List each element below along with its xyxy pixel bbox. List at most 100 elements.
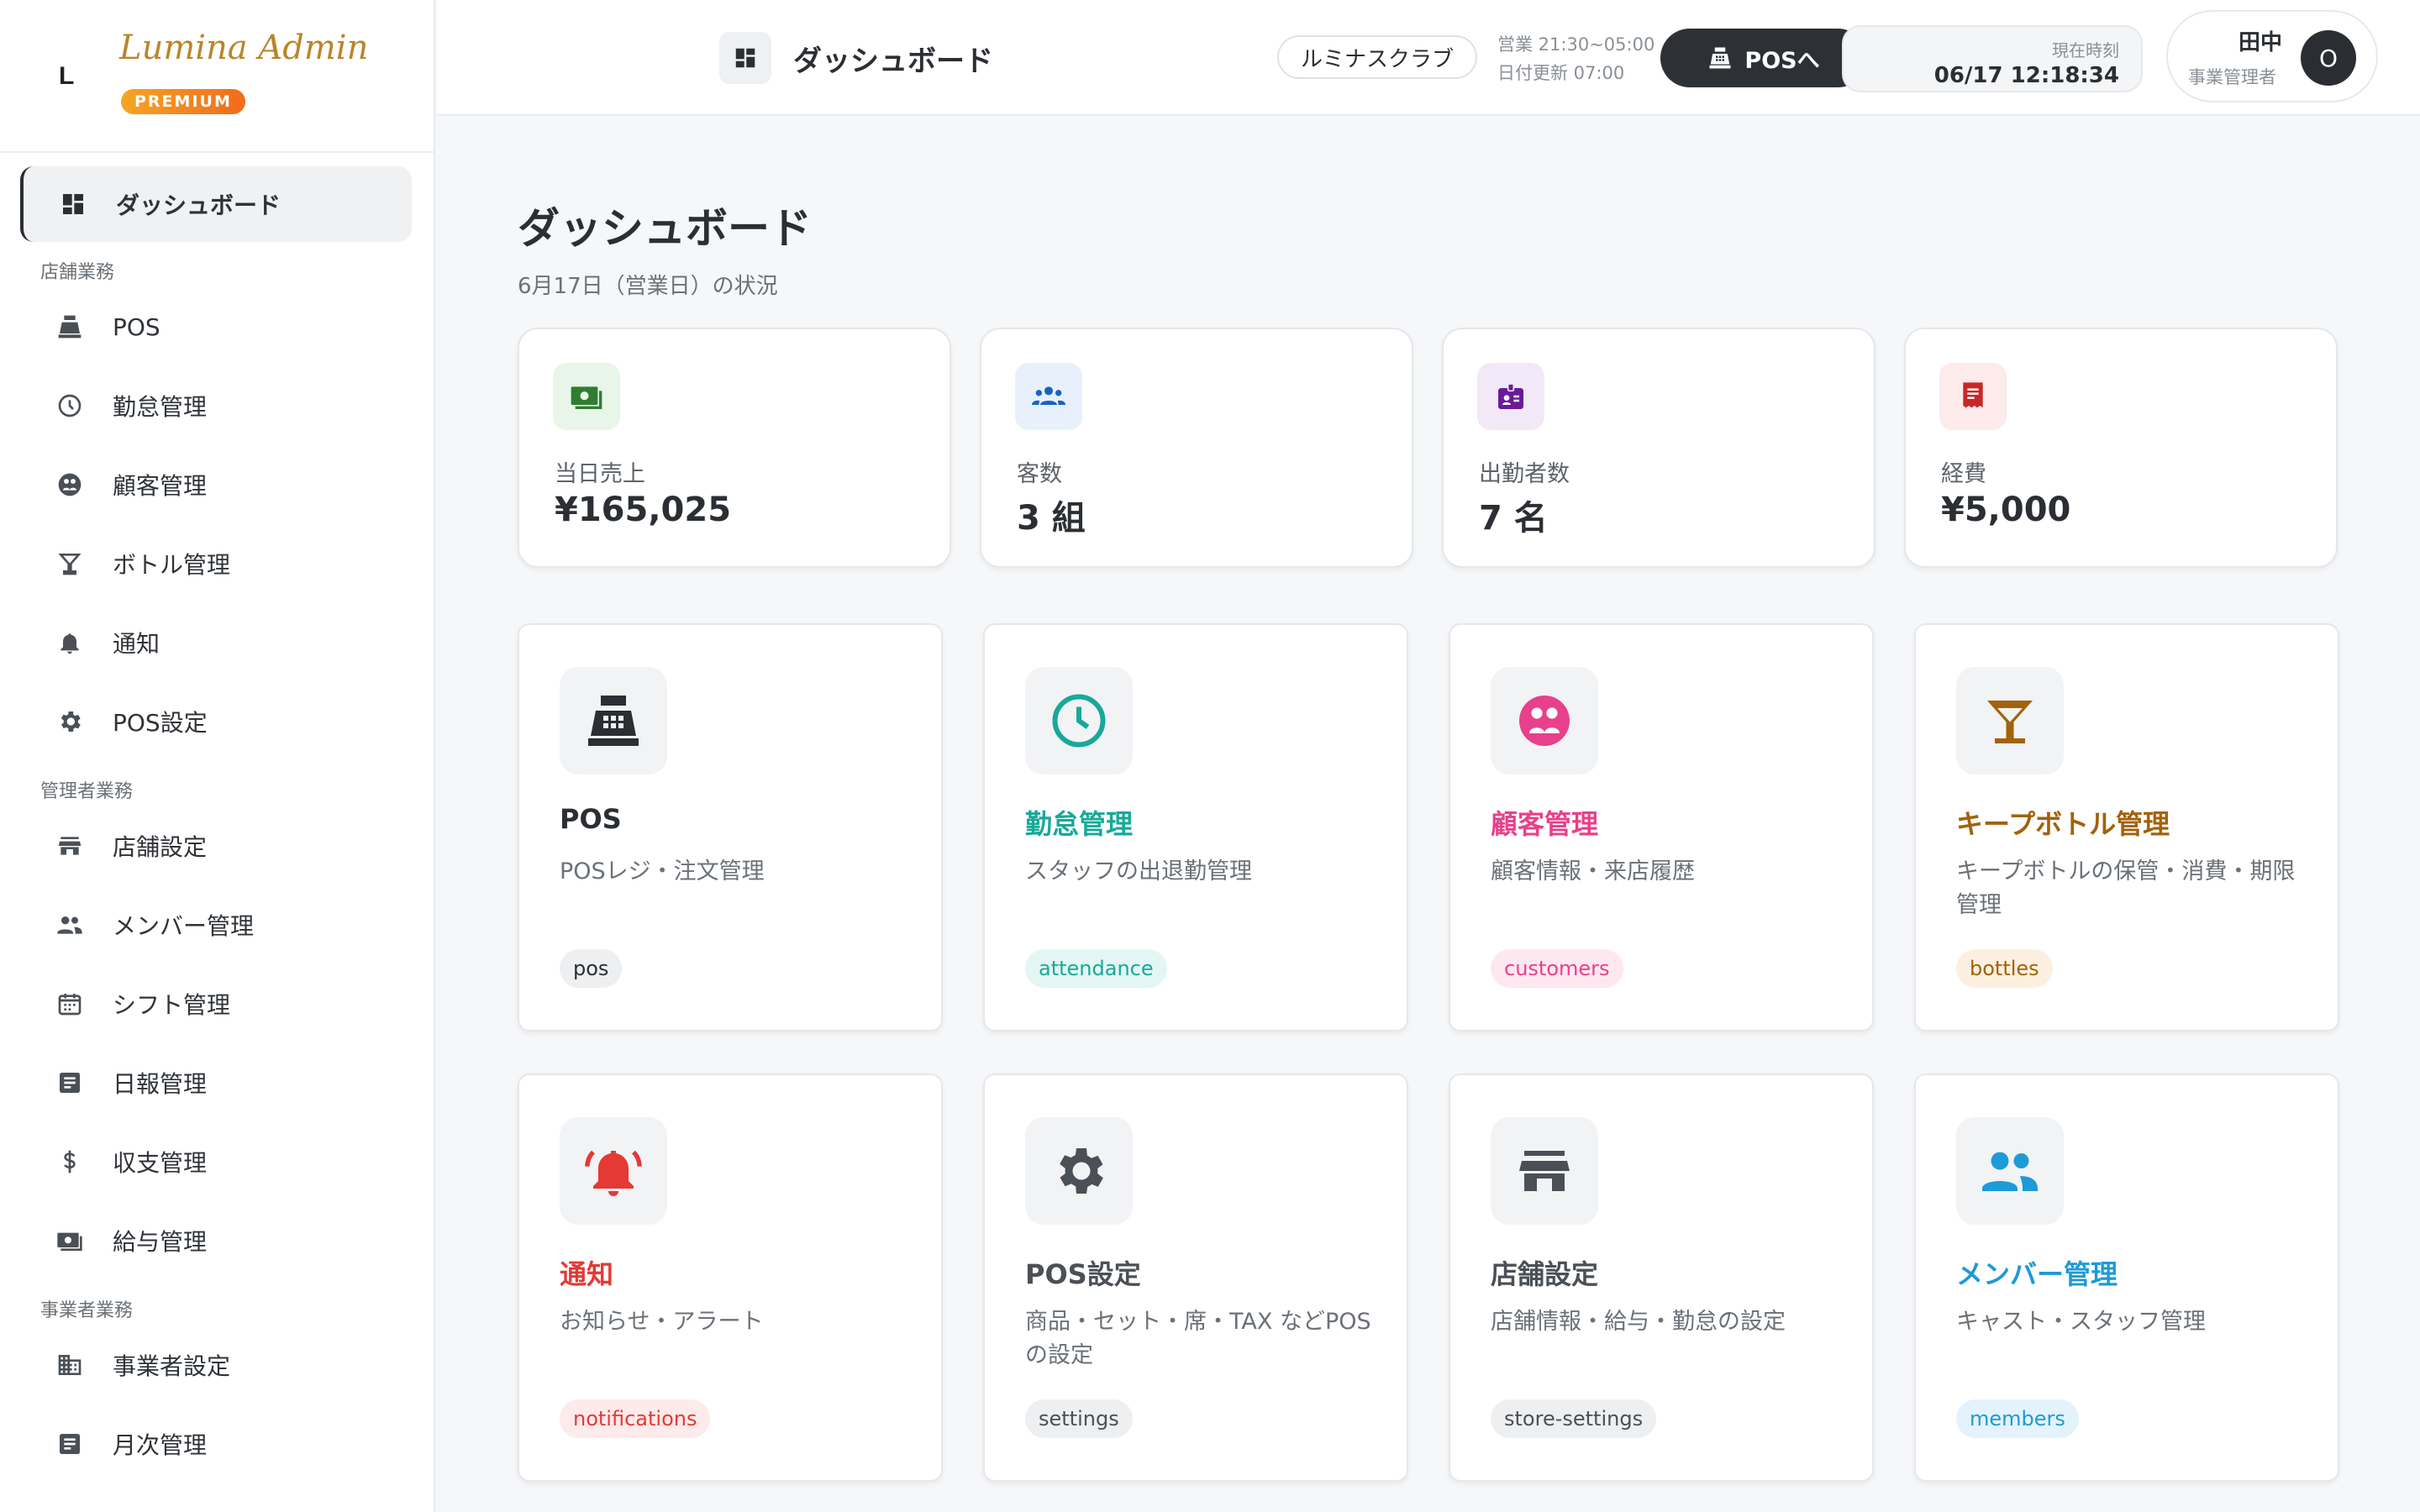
module-title: POS bbox=[560, 803, 622, 835]
cash-icon bbox=[54, 1225, 86, 1257]
sidebar-item-label: ボトル管理 bbox=[113, 551, 231, 579]
avatar[interactable]: O bbox=[2301, 30, 2356, 86]
sidebar-item-label: 通知 bbox=[113, 630, 160, 658]
clock-icon bbox=[1025, 667, 1133, 774]
module-card-bottles[interactable]: キープボトル管理 キープボトルの保管・消費・期限管理 bottles bbox=[1914, 623, 2339, 1032]
sidebar-item-label: 事業者設定 bbox=[113, 1352, 231, 1380]
module-title: メンバー管理 bbox=[1956, 1258, 2118, 1290]
badge-icon bbox=[1477, 363, 1544, 430]
topbar: ダッシュボード ルミナスクラブ 営業 21:30~05:00 日付更新 07:0… bbox=[437, 0, 2420, 116]
stat-value: ¥5,000 bbox=[1941, 491, 2071, 529]
module-title: 通知 bbox=[560, 1258, 614, 1290]
sidebar-nav: ダッシュボード 店舗業務 POS 勤怠管理 顧客管理 ボトル管理 通知 POS設… bbox=[0, 153, 434, 1483]
sidebar-item-attendance[interactable]: 勤怠管理 bbox=[0, 366, 434, 445]
module-description: スタッフの出退勤管理 bbox=[1025, 858, 1252, 885]
module-card-attendance[interactable]: 勤怠管理 スタッフの出退勤管理 attendance bbox=[983, 623, 1408, 1032]
page-subtitle: 6月17日（営業日）の状況 bbox=[518, 274, 778, 299]
register-icon bbox=[54, 311, 86, 343]
sidebar-item-finance[interactable]: 収支管理 bbox=[0, 1122, 434, 1201]
sidebar-item-label: POS設定 bbox=[113, 709, 208, 737]
module-card-notifications[interactable]: 通知 お知らせ・アラート notifications bbox=[518, 1074, 943, 1482]
sidebar-section-business: 事業者業務 bbox=[40, 1300, 134, 1321]
go-to-pos-button[interactable]: POSへ bbox=[1660, 29, 1867, 87]
module-card-store-settings[interactable]: 店舗設定 店舗情報・給与・勤怠の設定 store-settings bbox=[1449, 1074, 1874, 1482]
stat-label: 客数 bbox=[1017, 461, 1062, 487]
stat-card-staff: 出勤者数 7 名 bbox=[1442, 328, 1876, 568]
clock-value: 06/17 12:18:34 bbox=[1933, 63, 2119, 88]
sidebar-item-business-settings[interactable]: 事業者設定 bbox=[0, 1326, 434, 1404]
module-card-customers[interactable]: 顧客管理 顧客情報・来店履歴 customers bbox=[1449, 623, 1874, 1032]
sidebar-item-label: メンバー管理 bbox=[113, 912, 255, 940]
module-card-pos-settings[interactable]: POS設定 商品・セット・席・TAX などPOSの設定 settings bbox=[983, 1074, 1408, 1482]
page-header: ダッシュボード 6月17日（営業日）の状況 bbox=[518, 195, 812, 300]
cocktail-icon bbox=[1956, 667, 2064, 774]
brand-name: Lumina Admin bbox=[119, 29, 369, 67]
register-icon bbox=[1709, 47, 1731, 69]
module-card-pos[interactable]: POS POSレジ・注文管理 pos bbox=[518, 623, 943, 1032]
sidebar-item-dashboard[interactable]: ダッシュボード bbox=[20, 166, 412, 242]
module-title: 店舗設定 bbox=[1491, 1258, 1599, 1290]
store-icon bbox=[1491, 1117, 1598, 1225]
sidebar-item-payroll[interactable]: 給与管理 bbox=[0, 1201, 434, 1280]
sidebar-item-pos[interactable]: POS bbox=[0, 287, 434, 366]
topbar-title-text: ダッシュボード bbox=[793, 44, 993, 78]
sidebar-section-manager: 管理者業務 bbox=[40, 781, 134, 802]
gear-icon bbox=[54, 706, 86, 738]
sidebar-item-label: 店舗設定 bbox=[113, 833, 208, 861]
current-time: 現在時刻 06/17 12:18:34 bbox=[1842, 25, 2143, 92]
report-icon bbox=[54, 1428, 86, 1460]
dashboard-icon bbox=[719, 32, 771, 84]
stat-card-sales: 当日売上 ¥165,025 bbox=[518, 328, 951, 568]
brand-logo[interactable]: L bbox=[59, 62, 74, 91]
register-icon bbox=[560, 667, 667, 774]
sidebar-item-label: 給与管理 bbox=[113, 1228, 208, 1256]
cocktail-icon bbox=[54, 548, 86, 580]
module-description: 商品・セット・席・TAX などPOSの設定 bbox=[1025, 1309, 1371, 1368]
sidebar-item-customers[interactable]: 顧客管理 bbox=[0, 445, 434, 524]
page-title: ダッシュボード bbox=[518, 204, 812, 253]
module-description: キープボトルの保管・消費・期限管理 bbox=[1956, 858, 2296, 918]
sidebar-item-members[interactable]: メンバー管理 bbox=[0, 885, 434, 964]
stats-row: 当日売上 ¥165,025 客数 3 組 出勤者数 7 名 経費 ¥5,000 bbox=[518, 328, 2338, 568]
user-menu[interactable]: 田中 事業管理者 O bbox=[2166, 10, 2378, 102]
sidebar-section-store: 店舗業務 bbox=[40, 262, 115, 283]
sidebar-item-daily-reports[interactable]: 日報管理 bbox=[0, 1043, 434, 1122]
sidebar-item-label: 顧客管理 bbox=[113, 472, 208, 500]
brand: L Lumina Admin PREMIUM bbox=[0, 0, 434, 153]
people-icon bbox=[1956, 1117, 2064, 1225]
report-icon bbox=[54, 1067, 86, 1099]
sidebar-item-notifications[interactable]: 通知 bbox=[0, 603, 434, 682]
stat-label: 経費 bbox=[1941, 461, 1986, 487]
stat-card-guests: 客数 3 組 bbox=[980, 328, 1413, 568]
module-title: 顧客管理 bbox=[1491, 808, 1599, 840]
bell-icon bbox=[54, 627, 86, 659]
bell-icon bbox=[560, 1117, 667, 1225]
clock-icon bbox=[54, 390, 86, 422]
sidebar-item-label: 勤怠管理 bbox=[113, 393, 208, 421]
module-title: 勤怠管理 bbox=[1025, 808, 1134, 840]
sidebar-item-store-settings[interactable]: 店舗設定 bbox=[0, 806, 434, 885]
module-title: キープボトル管理 bbox=[1956, 808, 2170, 840]
business-hours: 営業 21:30~05:00 日付更新 07:00 bbox=[1497, 30, 1655, 87]
store-icon bbox=[54, 830, 86, 862]
stat-label: 出勤者数 bbox=[1479, 461, 1570, 487]
stat-value: ¥165,025 bbox=[555, 491, 732, 529]
sidebar: L Lumina Admin PREMIUM ダッシュボード 店舗業務 POS … bbox=[0, 0, 435, 1512]
module-tag: bottles bbox=[1956, 949, 2053, 988]
sidebar-item-label: シフト管理 bbox=[113, 991, 231, 1019]
clock-label: 現在時刻 bbox=[2052, 40, 2119, 60]
module-tag: store-settings bbox=[1491, 1399, 1657, 1438]
module-card-members[interactable]: メンバー管理 キャスト・スタッフ管理 members bbox=[1914, 1074, 2339, 1482]
module-title: POS設定 bbox=[1025, 1258, 1141, 1290]
sidebar-item-monthly[interactable]: 月次管理 bbox=[0, 1404, 434, 1483]
module-description: POSレジ・注文管理 bbox=[560, 858, 765, 885]
module-description: 店舗情報・給与・勤怠の設定 bbox=[1491, 1309, 1786, 1335]
module-tag: members bbox=[1956, 1399, 2079, 1438]
sidebar-item-label: 日報管理 bbox=[113, 1070, 208, 1098]
sidebar-item-bottles[interactable]: ボトル管理 bbox=[0, 524, 434, 603]
sidebar-item-shifts[interactable]: シフト管理 bbox=[0, 964, 434, 1043]
premium-badge: PREMIUM bbox=[121, 89, 245, 114]
store-selector[interactable]: ルミナスクラブ bbox=[1277, 35, 1478, 79]
sidebar-item-pos-settings[interactable]: POS設定 bbox=[0, 682, 434, 761]
module-description: お知らせ・アラート bbox=[560, 1309, 764, 1335]
